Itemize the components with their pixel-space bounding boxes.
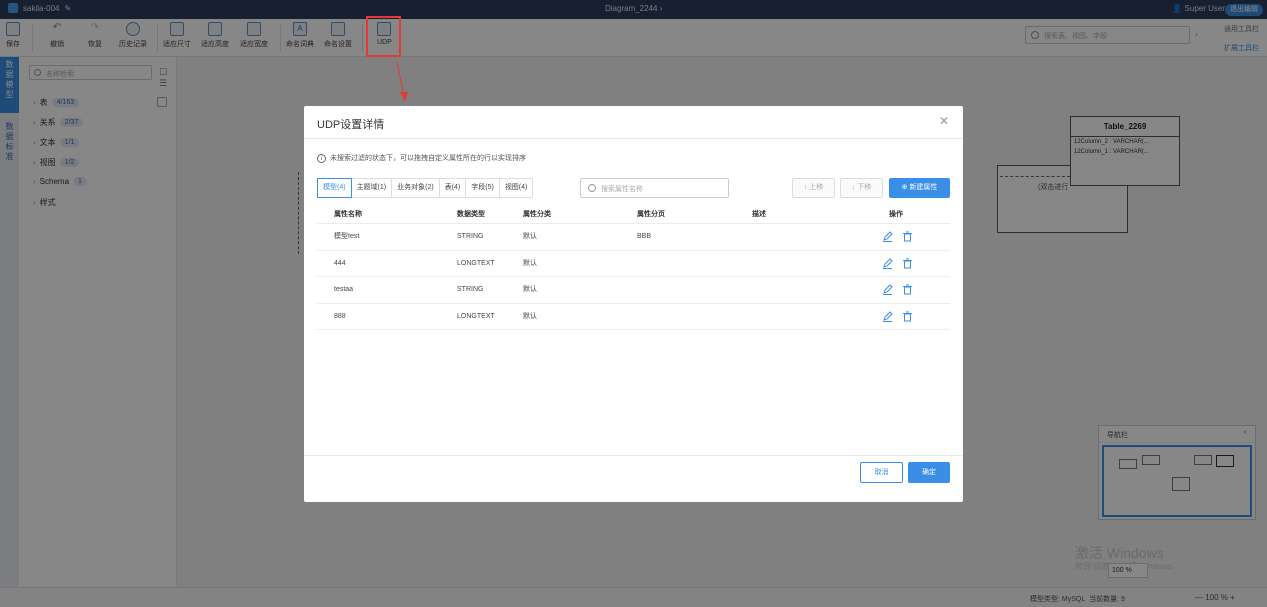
- column-header: 属性分类: [523, 211, 551, 218]
- attribute-search-input[interactable]: 搜索属性名称: [580, 178, 729, 198]
- confirm-button[interactable]: 确定: [908, 462, 950, 483]
- info-icon: i: [317, 153, 326, 163]
- udp-settings-dialog: UDP设置详情 ✕ i 未搜索过滤的状态下，可以拖拽自定义属性所在的行以实现排序 …: [304, 106, 963, 502]
- cell-type: STRING: [457, 286, 484, 293]
- delete-icon[interactable]: [902, 231, 913, 242]
- cancel-button[interactable]: 取消: [860, 462, 903, 483]
- tab-model[interactable]: 模型(4): [317, 178, 352, 198]
- edit-icon[interactable]: [882, 257, 893, 269]
- dialog-title: UDP设置详情: [317, 119, 385, 131]
- column-header: 描述: [752, 211, 766, 218]
- table-row[interactable]: 888 LONGTEXT 默认: [317, 304, 950, 330]
- udp-table: 属性名称 数据类型 属性分类 属性分页 描述 操作 模型test STRING …: [317, 206, 950, 330]
- edit-icon[interactable]: [882, 231, 893, 242]
- table-row[interactable]: 模型test STRING 默认 BBB: [317, 224, 950, 251]
- edit-icon[interactable]: [882, 310, 893, 322]
- column-header: 属性名称: [334, 211, 362, 218]
- tab-view[interactable]: 视图(4): [500, 179, 533, 197]
- cell-name: 444: [334, 259, 346, 267]
- cell-category: 默认: [523, 259, 537, 267]
- table-row[interactable]: 444 LONGTEXT 默认: [317, 251, 950, 277]
- search-icon: [588, 184, 596, 192]
- close-icon[interactable]: ✕: [939, 114, 949, 128]
- dialog-info: i 未搜索过滤的状态下，可以拖拽自定义属性所在的行以实现排序: [317, 153, 526, 163]
- cell-type: LONGTEXT: [457, 259, 495, 267]
- cell-name: 模型test: [334, 233, 360, 240]
- tab-subject-area[interactable]: 主题域(1): [352, 179, 393, 197]
- table-row[interactable]: testaa STRING 默认: [317, 277, 950, 304]
- cell-type: LONGTEXT: [457, 312, 495, 320]
- table-header: 属性名称 数据类型 属性分类 属性分页 描述 操作: [317, 206, 950, 224]
- edit-icon[interactable]: [882, 284, 893, 295]
- delete-icon[interactable]: [902, 311, 913, 322]
- tab-table[interactable]: 表(4): [440, 179, 467, 197]
- column-header: 属性分页: [637, 211, 665, 218]
- divider: [304, 138, 963, 139]
- cell-category: 默认: [523, 312, 537, 320]
- column-header: 数据类型: [457, 211, 485, 218]
- move-up-button[interactable]: ↑ 上移: [792, 178, 835, 198]
- tab-business-object[interactable]: 业务对象(2): [392, 179, 440, 197]
- cell-name: 888: [334, 312, 346, 320]
- tab-field[interactable]: 字段(5): [466, 179, 500, 197]
- delete-icon[interactable]: [902, 258, 913, 269]
- udp-tabs: 模型(4) 主题域(1) 业务对象(2) 表(4) 字段(5) 视图(4): [317, 178, 534, 198]
- divider: [304, 455, 963, 456]
- arrow-down-icon: [396, 62, 408, 102]
- cell-type: STRING: [457, 233, 484, 240]
- cell-category: 默认: [523, 233, 537, 240]
- cell-page: BBB: [637, 233, 652, 240]
- move-down-button[interactable]: ↓ 下移: [840, 178, 883, 198]
- delete-icon[interactable]: [902, 284, 913, 295]
- udp-highlight-box: [366, 16, 401, 57]
- cell-category: 默认: [523, 286, 537, 293]
- new-attribute-button[interactable]: ⊕ 新建属性: [889, 178, 950, 198]
- column-header: 操作: [889, 211, 903, 218]
- cell-name: testaa: [334, 286, 354, 293]
